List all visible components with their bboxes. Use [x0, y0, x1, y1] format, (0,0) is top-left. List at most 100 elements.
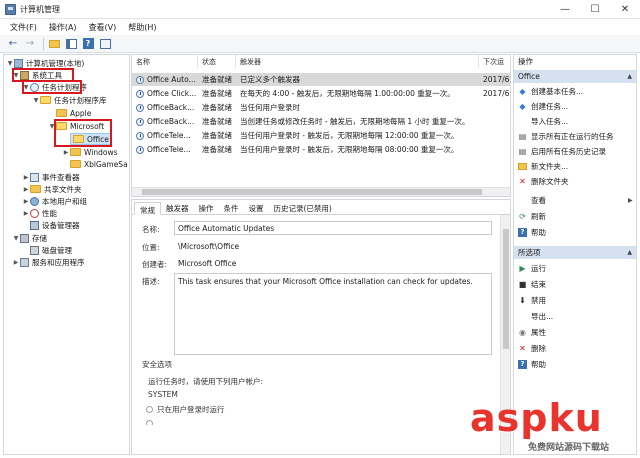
action-help-selected[interactable]: ? 帮助 [518, 358, 546, 370]
tree-node-disk-management[interactable]: 磁盘管理 [30, 244, 72, 256]
chevron-right-icon[interactable]: ▶ [22, 210, 30, 217]
action-import-task[interactable]: 导入任务... [518, 115, 568, 127]
task-list: 名称 状态 触发器 下次运 Office Auto... 准备就绪 已定义多个触… [131, 54, 511, 197]
maximize-button[interactable]: ☐ [580, 0, 610, 19]
chevron-down-icon[interactable]: ▼ [32, 97, 40, 104]
shared-folder-icon [30, 185, 41, 193]
description-field[interactable]: This task ensures that your Microsoft Of… [174, 273, 492, 355]
delete-icon: ✕ [519, 343, 526, 353]
actions-section-selected[interactable]: 所选项 ▲ [514, 246, 636, 259]
action-label: 创建任务... [531, 101, 569, 111]
collapse-arrow-icon[interactable]: ▲ [627, 73, 632, 80]
chevron-right-icon[interactable]: ▶ [22, 174, 30, 181]
tab-settings[interactable]: 设置 [244, 201, 269, 214]
tree-node-storage[interactable]: ▼ 存储 [12, 232, 47, 244]
chevron-down-icon[interactable]: ▼ [12, 235, 20, 242]
actions-section-office[interactable]: Office ▲ [514, 70, 636, 83]
horizontal-scrollbar[interactable] [132, 187, 510, 196]
scrollbar-thumb[interactable] [503, 229, 509, 349]
actions-pane: 操作 Office ▲ ◆ 创建基本任务... ◆ 创建任务... 导入任务... ▤… [513, 54, 637, 455]
tab-triggers[interactable]: 触发器 [161, 201, 194, 214]
menu-help[interactable]: 帮助(H) [128, 22, 156, 33]
properties-icon[interactable] [98, 37, 112, 51]
tree-node-shared-folders[interactable]: ▶ 共享文件夹 [22, 183, 82, 195]
action-show-running[interactable]: ▤ 显示所有正在运行的任务 [518, 130, 614, 142]
menu-bar: 文件(F) 操作(A) 查看(V) 帮助(H) [0, 19, 640, 35]
option-run-only-logged-on[interactable]: 只在用户登录时运行 [146, 404, 496, 415]
action-properties[interactable]: ◉ 属性 [518, 326, 546, 338]
show-hide-tree-icon[interactable] [64, 37, 78, 51]
action-view[interactable]: 查看 ▶ [518, 194, 633, 206]
action-create-task[interactable]: ◆ 创建任务... [518, 100, 568, 112]
tab-conditions[interactable]: 条件 [219, 201, 244, 214]
help-icon[interactable]: ? [81, 37, 95, 51]
tree-label-shared-folders: 共享文件夹 [44, 184, 82, 194]
task-name: Office Auto... [147, 75, 196, 84]
radio-button[interactable] [146, 406, 153, 413]
forward-arrow-icon[interactable]: → [23, 37, 37, 51]
task-row[interactable]: OfficeBack... 准备就绪 当任何用户登录时 [132, 101, 510, 114]
task-row[interactable]: Office Auto... 准备就绪 已定义多个触发器 2017/6 [132, 73, 510, 86]
chevron-right-icon[interactable]: ▶ [22, 186, 30, 193]
minimize-button[interactable]: — [550, 0, 580, 19]
menu-action[interactable]: 操作(A) [49, 22, 77, 33]
task-name: OfficeTele... [147, 145, 191, 154]
action-run[interactable]: ▶ 运行 [518, 262, 546, 274]
task-trigger: 当任何用户登录时 - 触发后，无限期地每隔 08:00:00 重复一次。 [240, 145, 459, 154]
tree-node-task-library[interactable]: ▼ 任务计划程序库 [32, 94, 107, 106]
action-label: 查看 [531, 195, 546, 205]
name-field[interactable]: Office Automatic Updates [174, 221, 492, 235]
action-delete[interactable]: ✕ 删除 [518, 342, 546, 354]
collapse-arrow-icon[interactable]: ▲ [627, 249, 632, 256]
option-run-whether-logged-on[interactable] [146, 419, 496, 425]
menu-file[interactable]: 文件(F) [10, 22, 37, 33]
task-name: OfficeBack... [147, 117, 195, 126]
chevron-down-icon[interactable]: ▼ [6, 60, 14, 67]
task-row[interactable]: OfficeTele... 准备就绪 当任何用户登录时 - 触发后，无限期地每隔… [132, 129, 510, 142]
action-enable-history[interactable]: ▤ 启用所有任务历史记录 [518, 145, 606, 157]
tab-actions[interactable]: 操作 [194, 201, 219, 214]
chevron-right-icon[interactable]: ▶ [62, 149, 70, 156]
action-export[interactable]: 导出... [518, 310, 553, 322]
tree-label-services-apps: 服务和应用程序 [32, 257, 85, 267]
tree-node-local-users[interactable]: ▶ 本地用户和组 [22, 195, 87, 207]
tree-node-event-viewer[interactable]: ▶ 事件查看器 [22, 171, 80, 183]
chevron-right-icon[interactable]: ▶ [22, 198, 30, 205]
tree-node-performance[interactable]: ▶ 性能 [22, 207, 57, 219]
action-disable[interactable]: ⬇ 禁用 [518, 294, 546, 306]
new-folder-icon [518, 162, 527, 171]
task-row[interactable]: Office Click... 准备就绪 在每天的 4:00 - 触发后，无限期… [132, 87, 510, 100]
actions-header: 操作 [514, 55, 636, 68]
action-help[interactable]: ? 帮助 [518, 226, 546, 238]
task-row[interactable]: OfficeTele... 准备就绪 当任何用户登录时 - 触发后，无限期地每隔… [132, 143, 510, 156]
task-name: OfficeTele... [147, 131, 191, 140]
scrollbar-thumb[interactable] [142, 189, 482, 195]
back-arrow-icon[interactable]: ← [6, 37, 20, 51]
column-header-status[interactable]: 状态 [198, 55, 236, 68]
tree-node-apple[interactable]: Apple [48, 107, 91, 119]
tree-node-xblgamesave[interactable]: XblGameSa [62, 158, 128, 170]
action-new-folder[interactable]: 新文件夹... [518, 160, 568, 172]
task-status: 准备就绪 [202, 145, 232, 154]
column-header-next-run[interactable]: 下次运 [479, 55, 510, 68]
chevron-right-icon[interactable]: ▶ [12, 259, 20, 266]
device-manager-icon [30, 220, 39, 230]
create-task-icon: ◆ [519, 101, 526, 111]
import-task-icon [518, 117, 527, 126]
action-create-basic-task[interactable]: ◆ 创建基本任务... [518, 85, 583, 97]
action-delete-folder[interactable]: ✕ 删除文件夹 [518, 175, 568, 187]
tree-node-device-manager[interactable]: 设备管理器 [22, 219, 80, 231]
radio-button[interactable] [146, 420, 153, 425]
tab-history[interactable]: 历史记录(已禁用) [269, 201, 337, 214]
close-button[interactable]: ✕ [610, 0, 640, 19]
action-end[interactable]: ■ 结束 [518, 278, 546, 290]
column-header-trigger[interactable]: 触发器 [236, 55, 479, 68]
action-refresh[interactable]: ⟳ 刷新 [518, 210, 546, 222]
tab-general[interactable]: 常规 [134, 202, 161, 215]
column-header-name[interactable]: 名称 [132, 55, 198, 68]
tree-node-services-apps[interactable]: ▶ 服务和应用程序 [12, 256, 85, 268]
up-folder-icon[interactable] [47, 37, 61, 51]
menu-view[interactable]: 查看(V) [89, 22, 117, 33]
tree-node-windows[interactable]: ▶ Windows [62, 146, 118, 158]
task-row[interactable]: OfficeBack... 准备就绪 当创建任务或修改任务时 - 触发后，无限期… [132, 115, 510, 128]
